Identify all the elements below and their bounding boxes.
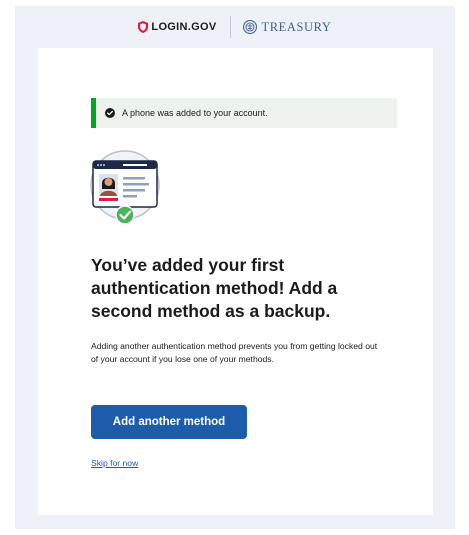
page-description: Adding another authentication method pre… [91, 341, 378, 364]
skip-for-now-link[interactable]: Skip for now [91, 458, 138, 468]
check-circle-icon [105, 108, 115, 118]
page-frame: LOGIN.GOV TREASURY A phone was added to … [15, 6, 455, 529]
treasury-seal-icon [243, 20, 258, 34]
content-card: A phone was added to your account. You’v… [38, 48, 433, 515]
shield-icon [138, 21, 149, 33]
alert-message: A phone was added to your account. [122, 108, 268, 118]
header-divider [230, 16, 232, 38]
login-gov-wordmark: LOGIN.GOV [151, 21, 217, 33]
site-header: LOGIN.GOV TREASURY [15, 6, 455, 48]
id-card-success-icon [90, 150, 160, 225]
login-gov-logo[interactable]: LOGIN.GOV [138, 21, 216, 33]
add-another-method-button[interactable]: Add another method [91, 405, 247, 439]
treasury-logo[interactable]: TREASURY [243, 20, 331, 35]
page-title: You’ve added your first authentication m… [91, 255, 338, 321]
success-alert: A phone was added to your account. [91, 98, 397, 128]
treasury-wordmark: TREASURY [261, 19, 332, 34]
